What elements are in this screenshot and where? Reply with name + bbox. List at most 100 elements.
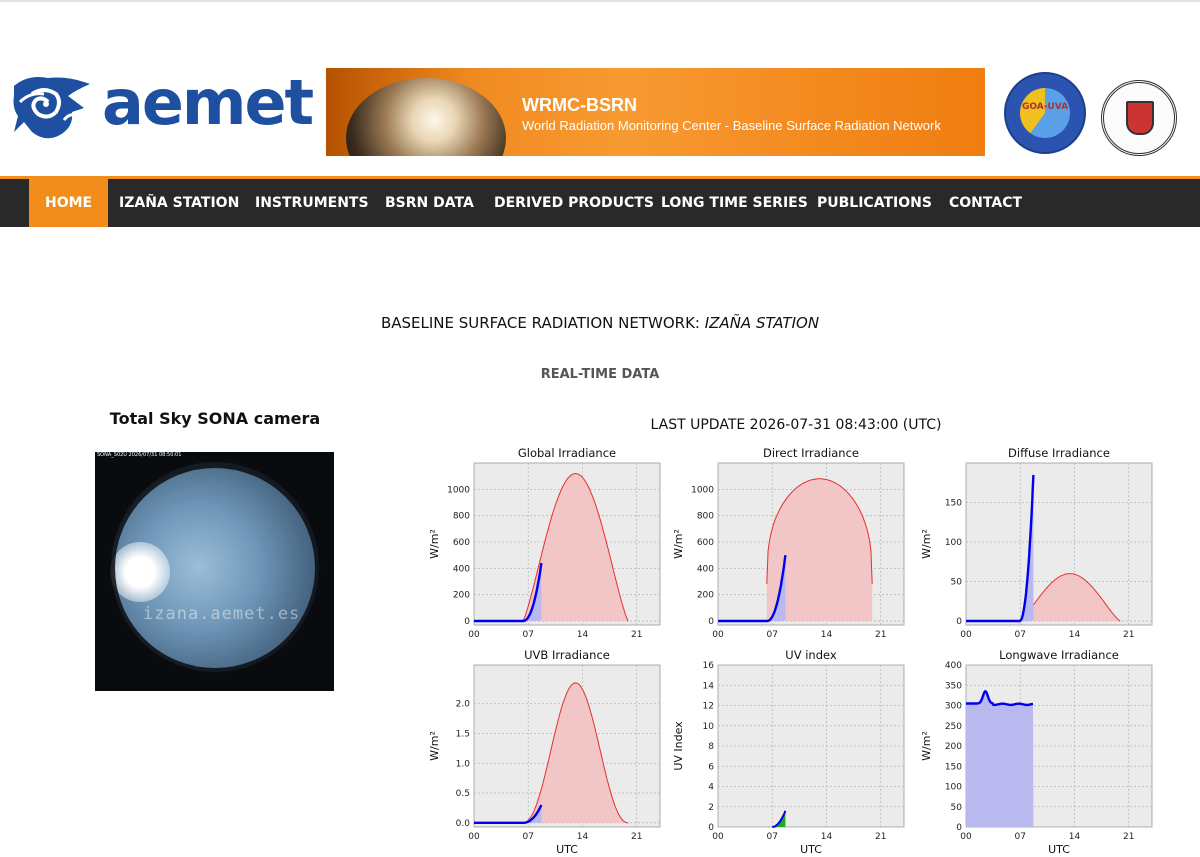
plot-4: 00 07 14 21 0.0 0.5 1.0 1.5 2.0 UVB Irradiance W/m…: [428, 648, 661, 856]
last-update-text: LAST UPDATE 2026-07-31 08:43:00 (UTC): [650, 417, 942, 433]
x-tick-label: 07: [767, 630, 778, 640]
y-tick-label: 1000: [447, 485, 470, 495]
plot-5: 00 07 14 21 0 2 4 6 8 10 12 14 16 UV index UV Index UTC: [672, 648, 905, 856]
wrmc-bsrn-banner[interactable]: WRMC-BSRN World Radiation Monitoring Cen…: [326, 68, 985, 156]
plot-title: Direct Irradiance: [763, 446, 859, 460]
x-tick-label: 07: [1015, 832, 1026, 842]
nav-item-derived-products[interactable]: DERIVED PRODUCTS: [478, 179, 670, 227]
x-tick-label: 00: [712, 630, 724, 640]
x-tick-label: 07: [767, 832, 778, 842]
nav-item-contact[interactable]: CONTACT: [933, 179, 1038, 227]
y-tick-label: 50: [951, 578, 963, 588]
y-tick-label: 150: [945, 499, 962, 509]
camera-caption: SONA_S02U 2026/07/31 08:50:01: [97, 452, 182, 458]
plot-6: 00 07 14 21 0 50 100 150 200 250 300 350 400 Longwave…: [920, 648, 1153, 856]
goa-uva-seal-icon[interactable]: GOA-UVA: [1004, 72, 1086, 154]
x-tick-label: 07: [523, 832, 534, 842]
y-tick-label: 600: [697, 538, 714, 548]
y-tick-label: 0.5: [456, 789, 470, 799]
y-axis-label: W/m²: [920, 529, 933, 559]
page-title-main: BASELINE SURFACE RADIATION NETWORK:: [380, 314, 705, 332]
y-tick-label: 1.0: [456, 759, 471, 769]
y-tick-label: 50: [951, 803, 963, 813]
nav-item-long-time-series[interactable]: LONG TIME SERIES: [645, 179, 824, 227]
plot-title: Global Irradiance: [518, 446, 616, 460]
x-tick-label: 21: [1123, 832, 1134, 842]
x-tick-label: 21: [1123, 630, 1134, 640]
y-axis-label: W/m²: [672, 529, 685, 559]
y-tick-label: 4: [708, 783, 714, 793]
y-tick-label: 14: [703, 681, 715, 691]
nav-item-bsrn-data[interactable]: BSRN DATA: [369, 179, 490, 227]
measured-fill: [966, 691, 1034, 827]
x-tick-label: 00: [712, 832, 724, 842]
y-tick-label: 400: [453, 564, 470, 574]
camera-watermark: izana.aemet.es: [143, 604, 301, 624]
y-tick-label: 2.0: [456, 700, 471, 710]
plot-title: Diffuse Irradiance: [1008, 446, 1110, 460]
x-tick-label: 14: [821, 832, 833, 842]
y-tick-label: 250: [945, 722, 962, 732]
plot-title: UV index: [785, 648, 837, 662]
y-tick-label: 400: [945, 661, 962, 671]
x-axis-label: UTC: [1048, 843, 1070, 856]
y-tick-label: 350: [945, 681, 962, 691]
x-tick-label: 21: [631, 630, 642, 640]
x-tick-label: 21: [875, 630, 886, 640]
x-axis-label: UTC: [800, 843, 822, 856]
y-tick-label: 6: [708, 762, 714, 772]
horizon-ring: [103, 456, 327, 680]
y-tick-label: 1.5: [456, 729, 470, 739]
banner-subtitle: World Radiation Monitoring Center - Base…: [522, 118, 941, 133]
y-tick-label: 10: [703, 722, 715, 732]
y-tick-label: 0.0: [456, 819, 471, 829]
y-axis-label: UV Index: [672, 721, 685, 771]
page-title-station: IZAÑA STATION: [704, 314, 820, 332]
y-tick-label: 300: [945, 702, 962, 712]
page-subtitle: REAL-TIME DATA: [540, 367, 660, 382]
plot-2: 00 07 14 21 0 200 400 600 800 1000 Direct Irradian…: [672, 446, 905, 640]
sky-camera-title: Total Sky SONA camera: [109, 409, 321, 428]
x-tick-label: 21: [875, 832, 886, 842]
y-axis-label: W/m²: [920, 731, 933, 761]
plot-1: 00 07 14 21 0 200 400 600 800 1000 Global Irradian…: [428, 446, 661, 640]
plot-3: 00 07 14 21 0 50 100 150 Diffuse Irradiance W/m²: [920, 446, 1153, 640]
aemet-emblem-icon: [13, 77, 90, 139]
site-header: aemet WRMC-BSRN World Radiation Monitori…: [0, 2, 1200, 176]
y-tick-label: 600: [453, 538, 470, 548]
y-tick-label: 100: [945, 783, 962, 793]
coat-of-arms-icon: [1126, 101, 1154, 135]
y-tick-label: 0: [464, 617, 470, 627]
pyranometer-dome-icon: [346, 78, 506, 156]
y-tick-label: 12: [703, 702, 714, 712]
x-tick-label: 14: [821, 630, 833, 640]
x-tick-label: 14: [577, 630, 589, 640]
radiation-plots: 00 07 14 2102004006008001000Global Irradian…: [428, 446, 1153, 856]
nav-item-instruments[interactable]: INSTRUMENTS: [239, 179, 385, 227]
aemet-logo[interactable]: aemet: [10, 66, 320, 142]
y-tick-label: 16: [703, 661, 715, 671]
nav-item-home[interactable]: HOME: [29, 179, 109, 227]
nav-item-izana-station[interactable]: IZAÑA STATION: [103, 179, 255, 227]
goa-seal-text: GOA-UVA: [1021, 102, 1069, 112]
y-tick-label: 200: [697, 591, 714, 601]
x-tick-label: 07: [1015, 630, 1026, 640]
y-tick-label: 0: [708, 617, 714, 627]
nav-item-publications[interactable]: PUBLICATIONS: [801, 179, 948, 227]
x-tick-label: 00: [960, 832, 972, 842]
y-tick-label: 1000: [691, 485, 714, 495]
y-tick-label: 0: [708, 823, 714, 833]
x-tick-label: 14: [1069, 630, 1081, 640]
y-tick-label: 150: [945, 762, 962, 772]
y-tick-label: 8: [708, 742, 714, 752]
sky-camera-image[interactable]: SONA_S02U 2026/07/31 08:50:01 izana.aeme…: [95, 452, 334, 691]
banner-title: WRMC-BSRN: [522, 95, 637, 115]
y-tick-label: 0: [956, 617, 962, 627]
university-valladolid-seal-icon[interactable]: [1101, 80, 1177, 156]
x-tick-label: 14: [577, 832, 589, 842]
y-tick-label: 800: [697, 512, 714, 522]
y-tick-label: 0: [956, 823, 962, 833]
y-axis-label: W/m²: [428, 731, 441, 761]
x-tick-label: 21: [631, 832, 642, 842]
y-tick-label: 200: [945, 742, 962, 752]
